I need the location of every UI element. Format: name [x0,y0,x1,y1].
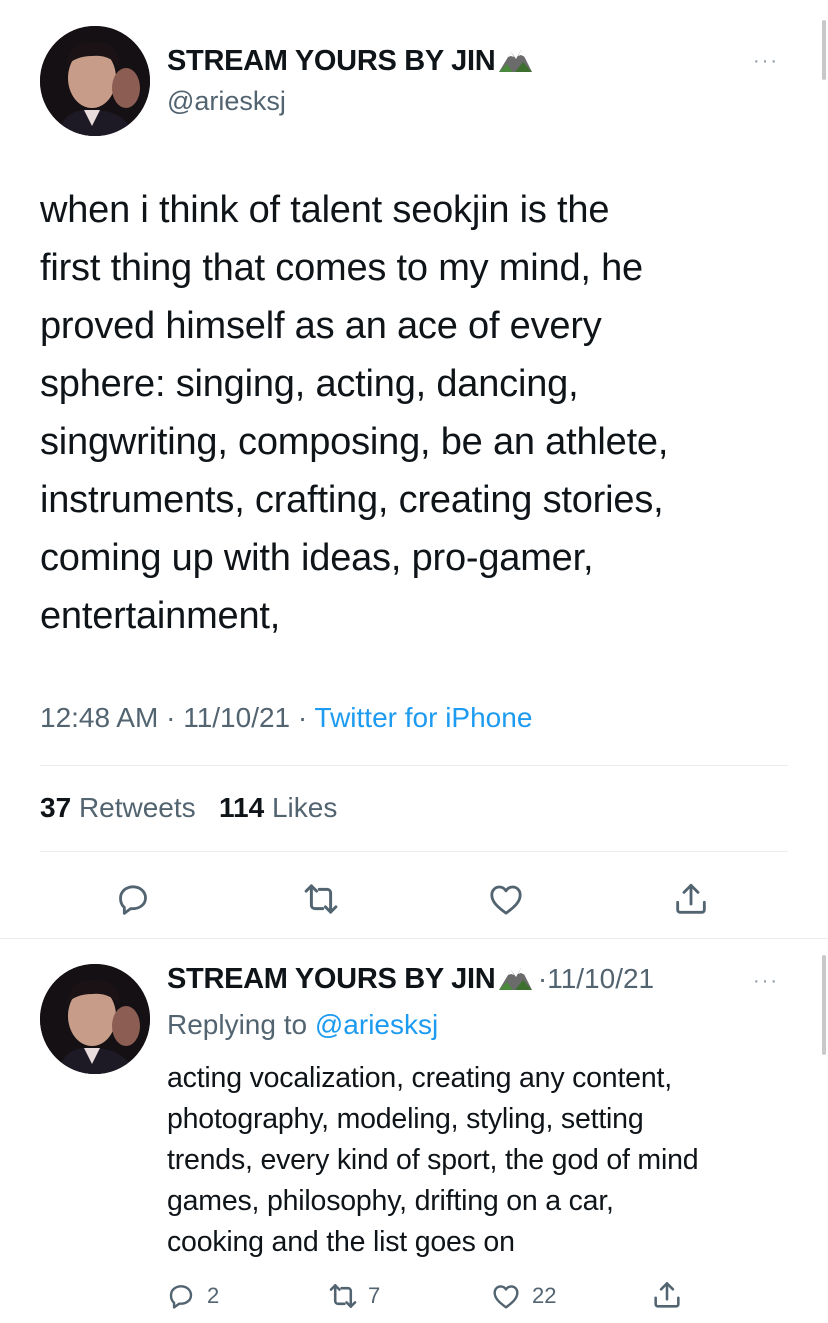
reply-share-button[interactable] [650,1277,684,1313]
tweet-source-link[interactable]: Twitter for iPhone [315,702,533,733]
likes-stat[interactable]: 114 Likes [219,792,337,823]
divider [40,851,788,852]
reply-count: 2 [207,1283,220,1308]
mountain-icon [497,962,533,992]
reply-more-icon[interactable]: ··· [753,970,779,993]
share-icon [654,1282,680,1308]
like-count: 22 [532,1283,557,1308]
retweet-icon [329,1284,357,1308]
author-handle[interactable]: @ariesksj [167,86,286,117]
like-icon [490,885,522,915]
meta-separator: · [166,702,176,733]
scrollbar-lower[interactable] [822,955,826,1055]
reply-date[interactable]: 11/10/21 [547,963,654,994]
author-name[interactable]: STREAM YOURS BY JIN [167,44,533,78]
retweet-button[interactable] [296,874,346,924]
reply-reply-button[interactable]: 2 [165,1278,219,1314]
replying-handle-link[interactable]: @ariesksj [315,1009,438,1040]
divider [0,938,828,939]
tweet-meta: 12:48 AM · 11/10/21 · Twitter for iPhone [40,702,532,734]
reply-like-button[interactable]: 22 [490,1278,556,1314]
retweet-icon [304,884,338,914]
share-icon [676,883,706,914]
like-button[interactable] [481,874,531,924]
reply-text: acting vocalization, creating any conten… [167,1062,699,1258]
avatar[interactable] [40,26,150,136]
retweets-stat[interactable]: 37 Retweets [40,792,196,823]
reply-avatar[interactable] [40,964,150,1074]
tweet-date: 11/10/21 [183,702,291,733]
tweet-stats: 37 Retweets 114 Likes [40,792,337,824]
like-icon [493,1285,519,1309]
reply-header: STREAM YOURS BY JIN ·11/10/21 [167,962,654,996]
divider [40,765,788,766]
mountain-icon [497,44,533,74]
reply-icon [169,1285,193,1309]
share-button[interactable] [666,874,716,924]
reply-icon [119,885,147,915]
reply-separator: · [537,963,548,994]
more-icon[interactable]: ··· [753,50,779,73]
replying-to: Replying to @ariesksj [167,1009,438,1041]
retweet-count: 7 [368,1283,381,1308]
likes-label: Likes [271,792,338,823]
scrollbar[interactable] [822,20,826,80]
reply-retweet-button[interactable]: 7 [326,1278,380,1314]
tweet-text: when i think of talent seokjin is the fi… [40,189,669,637]
tweet-time: 12:48 AM [40,702,159,733]
replying-prefix: Replying to [167,1009,308,1040]
retweets-label: Retweets [78,792,196,823]
reply-button[interactable] [108,874,158,924]
retweets-count: 37 [40,792,72,823]
author-name-text: STREAM YOURS BY JIN [167,45,496,77]
meta-separator: · [297,702,308,733]
reply-author-name[interactable]: STREAM YOURS BY JIN [167,963,496,995]
likes-count: 114 [219,792,265,823]
